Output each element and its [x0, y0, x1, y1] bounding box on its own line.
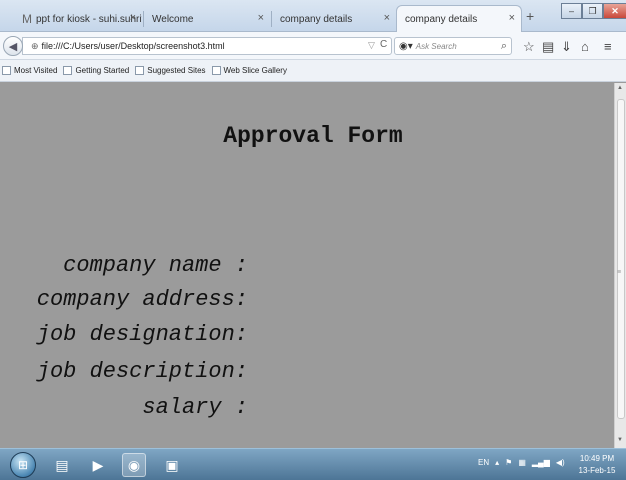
bookmark-suggested-sites[interactable]: Suggested Sites — [135, 66, 206, 75]
bookmark-web-slice-gallery[interactable]: Web Slice Gallery — [211, 66, 287, 75]
gmail-icon: M — [22, 12, 32, 26]
scrollbar-grip-icon: ≡ — [617, 269, 622, 276]
tab-strip: M ppt for kiosk - suhi.suhrita... × Welc… — [0, 0, 626, 32]
start-button[interactable]: ⊞ — [10, 452, 36, 478]
window-controls: – ❐ ✕ — [561, 3, 626, 19]
tab-label: company details — [280, 13, 353, 25]
tab-company-details-active[interactable]: company details × — [396, 5, 522, 32]
search-engine-icon[interactable]: ◉▾ — [399, 41, 413, 52]
back-button[interactable]: ◀ — [3, 36, 23, 56]
close-window-button[interactable]: ✕ — [603, 3, 626, 19]
scrollbar-thumb[interactable] — [617, 99, 625, 419]
bookmark-label: Getting Started — [75, 66, 130, 75]
tab-close-icon[interactable]: × — [258, 12, 264, 24]
scroll-up-icon[interactable]: ▲ — [617, 85, 623, 91]
tab-label: Welcome — [152, 13, 194, 25]
volume-icon[interactable]: ◀) — [556, 458, 565, 467]
bookmark-most-visited[interactable]: Most Visited — [2, 66, 57, 75]
taskbar-explorer[interactable]: ▤ — [50, 453, 74, 477]
search-bar[interactable]: ◉▾ Ask Search ⌕ — [394, 37, 512, 55]
url-bar[interactable]: ⊕ file:///C:/Users/user/Desktop/screensh… — [22, 37, 392, 55]
bookmark-page-icon — [211, 66, 221, 75]
url-dropdown-icon[interactable]: ▽ — [368, 40, 375, 51]
maximize-button[interactable]: ❐ — [582, 3, 603, 19]
media-player-icon: ▶ — [92, 456, 104, 473]
network-icon[interactable]: ▦ — [518, 458, 526, 467]
job-designation-label: job designation: — [36, 322, 248, 347]
language-indicator[interactable]: EN — [478, 458, 489, 467]
salary-label: salary : — [142, 395, 248, 420]
url-text: file:///C:/Users/user/Desktop/screenshot… — [41, 41, 225, 51]
tab-welcome[interactable]: Welcome × — [144, 6, 270, 32]
tray-expand-icon[interactable]: ▴ — [495, 458, 499, 467]
firefox-icon: ◉ — [127, 456, 141, 473]
minimize-button[interactable]: – — [561, 3, 582, 19]
clock-date: 13-Feb-15 — [578, 466, 616, 475]
vertical-scrollbar[interactable]: ▲ ≡ ▼ — [614, 83, 626, 448]
bookmark-folder-icon — [2, 66, 11, 75]
folder-icon: ▤ — [55, 456, 69, 473]
company-address-label: company address: — [36, 287, 248, 312]
bookmark-getting-started[interactable]: Getting Started — [63, 66, 129, 75]
tab-close-icon[interactable]: × — [509, 12, 515, 24]
bookmarks-toolbar: Most Visited Getting Started Suggested S… — [0, 60, 626, 82]
window-app-icon: ▣ — [165, 456, 179, 473]
hamburger-menu-icon[interactable]: ≡ — [604, 39, 612, 54]
navigation-bar: ⊕ file:///C:/Users/user/Desktop/screensh… — [0, 32, 626, 60]
taskbar: ⊞ ▤ ▶ ◉ ▣ EN ▴ ⚑ ▦ ▂▄▆ ◀) 10:49 PM 13-Fe… — [0, 448, 626, 480]
tab-company-details[interactable]: company details × — [272, 6, 396, 32]
system-tray: EN ▴ ⚑ ▦ ▂▄▆ ◀) — [478, 458, 565, 467]
bookmark-page-icon — [135, 66, 145, 75]
reading-list-icon[interactable]: ▤ — [542, 39, 554, 55]
bookmark-page-icon — [63, 66, 73, 75]
back-arrow-icon: ◀ — [8, 40, 18, 53]
reload-icon[interactable]: C — [380, 39, 387, 50]
search-icon[interactable]: ⌕ — [501, 40, 507, 53]
download-icon[interactable]: ⇓ — [561, 39, 572, 55]
tab-label: company details — [405, 13, 478, 25]
taskbar-firefox[interactable]: ◉ — [122, 453, 146, 477]
globe-icon: ⊕ — [31, 40, 39, 51]
tab-close-icon[interactable]: × — [384, 12, 390, 24]
taskbar-app[interactable]: ▣ — [160, 453, 184, 477]
bookmark-label: Most Visited — [14, 66, 58, 75]
scroll-down-icon[interactable]: ▼ — [617, 437, 623, 443]
page-content: Approval Form company name : company add… — [0, 83, 614, 448]
search-placeholder: Ask Search — [415, 41, 457, 51]
home-icon[interactable]: ⌂ — [581, 39, 589, 54]
bookmark-label: Web Slice Gallery — [223, 66, 287, 75]
tab-close-icon[interactable]: × — [130, 12, 136, 24]
star-icon[interactable]: ☆ — [523, 39, 535, 55]
page-title: Approval Form — [223, 123, 403, 149]
clock-time: 10:49 PM — [579, 454, 615, 463]
signal-icon[interactable]: ▂▄▆ — [532, 458, 550, 467]
bookmark-label: Suggested Sites — [147, 66, 206, 75]
job-description-label: job description: — [36, 359, 248, 384]
new-tab-button[interactable]: + — [526, 8, 534, 24]
tab-label: ppt for kiosk - suhi.suhrita... — [36, 13, 142, 25]
flag-icon[interactable]: ⚑ — [505, 458, 512, 467]
tab-ppt-for-kiosk[interactable]: M ppt for kiosk - suhi.suhrita... × — [14, 6, 142, 32]
taskbar-media-player[interactable]: ▶ — [86, 453, 110, 477]
company-name-label: company name : — [63, 253, 248, 278]
clock[interactable]: 10:49 PM 13-Feb-15 — [572, 453, 622, 477]
windows-logo-icon: ⊞ — [17, 458, 29, 472]
